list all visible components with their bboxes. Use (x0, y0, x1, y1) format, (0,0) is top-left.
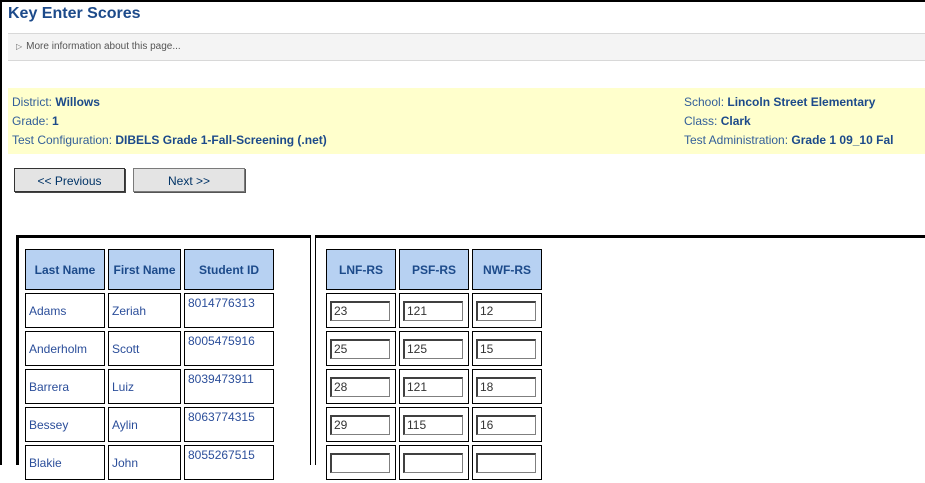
table-row (326, 369, 542, 404)
col-last-name: Last Name (25, 249, 105, 290)
student-id-cell: 8063774315 (184, 407, 274, 442)
nwf-score-cell (472, 331, 542, 366)
table-row: Anderholm Scott 8005475916 (25, 331, 274, 366)
previous-button[interactable]: << Previous (14, 168, 125, 192)
score-table: LNF-RS PSF-RS NWF-RS (323, 246, 545, 483)
nwf-score-cell (472, 293, 542, 328)
class-value: Clark (720, 114, 751, 128)
nwf-score-input[interactable] (476, 300, 536, 321)
nwf-score-cell (472, 445, 542, 480)
table-row (326, 331, 542, 366)
grade-label: Grade: (12, 114, 53, 128)
school-line: School: Lincoln Street Elementary (684, 95, 875, 109)
psf-score-cell (399, 293, 469, 328)
nwf-score-cell (472, 407, 542, 442)
first-name-cell: Scott (108, 331, 181, 366)
window-top-border (0, 0, 925, 2)
class-line: Class: Clark (684, 114, 751, 128)
student-id-cell: 8014776313 (184, 293, 274, 328)
psf-score-input[interactable] (403, 452, 463, 473)
student-table: Last Name First Name Student ID Adams Ze… (22, 246, 277, 483)
student-id-cell: 8005475916 (184, 331, 274, 366)
more-info-toggle[interactable]: ▷ More information about this page... (8, 33, 925, 61)
psf-score-input[interactable] (403, 414, 463, 435)
col-lnf-rs: LNF-RS (326, 249, 396, 290)
school-value: Lincoln Street Elementary (727, 95, 876, 109)
lnf-score-input[interactable] (330, 338, 390, 359)
lnf-score-input[interactable] (330, 452, 390, 473)
table-row: Barrera Luiz 8039473911 (25, 369, 274, 404)
first-name-cell: Luiz (108, 369, 181, 404)
student-id-cell: 8039473911 (184, 369, 274, 404)
test-config-label: Test Configuration: (12, 133, 116, 147)
col-psf-rs: PSF-RS (399, 249, 469, 290)
nwf-score-input[interactable] (476, 376, 536, 397)
last-name-cell: Adams (25, 293, 105, 328)
psf-score-cell (399, 369, 469, 404)
psf-score-input[interactable] (403, 300, 463, 321)
lnf-score-input[interactable] (330, 300, 390, 321)
student-id-cell: 8055267515 (184, 445, 274, 480)
last-name-cell: Barrera (25, 369, 105, 404)
col-first-name: First Name (108, 249, 181, 290)
col-nwf-rs: NWF-RS (472, 249, 542, 290)
grid-pane-divider[interactable] (310, 235, 316, 465)
lnf-score-input[interactable] (330, 414, 390, 435)
nwf-score-input[interactable] (476, 338, 536, 359)
table-row: Blakie John 8055267515 (25, 445, 274, 480)
psf-score-cell (399, 407, 469, 442)
psf-score-input[interactable] (403, 338, 463, 359)
class-label: Class: (684, 114, 721, 128)
score-table-pane: LNF-RS PSF-RS NWF-RS (323, 246, 545, 483)
page-title: Key Enter Scores (8, 5, 141, 22)
test-admin-line: Test Administration: Grade 1 09_10 Fal (684, 133, 893, 147)
district-value: Willows (55, 95, 100, 109)
grade-line: Grade: 1 (12, 114, 59, 128)
table-row (326, 445, 542, 480)
test-admin-label: Test Administration: (684, 133, 792, 147)
lnf-score-cell (326, 445, 396, 480)
last-name-cell: Anderholm (25, 331, 105, 366)
nwf-score-input[interactable] (476, 414, 536, 435)
nwf-score-input[interactable] (476, 452, 536, 473)
score-header-row: LNF-RS PSF-RS NWF-RS (326, 249, 542, 290)
table-row (326, 293, 542, 328)
student-header-row: Last Name First Name Student ID (25, 249, 274, 290)
table-row: Adams Zeriah 8014776313 (25, 293, 274, 328)
district-line: District: Willows (12, 95, 100, 109)
psf-score-cell (399, 331, 469, 366)
lnf-score-cell (326, 293, 396, 328)
test-config-value: DIBELS Grade 1-Fall-Screening (.net) (115, 133, 327, 147)
student-table-pane: Last Name First Name Student ID Adams Ze… (22, 246, 277, 483)
col-student-id: Student ID (184, 249, 274, 290)
lnf-score-cell (326, 331, 396, 366)
school-label: School: (684, 95, 728, 109)
last-name-cell: Blakie (25, 445, 105, 480)
lnf-score-input[interactable] (330, 376, 390, 397)
grade-value: 1 (52, 114, 59, 128)
test-info-panel: District: Willows Grade: 1 Test Configur… (8, 88, 925, 154)
district-label: District: (12, 95, 56, 109)
next-button[interactable]: Next >> (133, 168, 245, 192)
psf-score-input[interactable] (403, 376, 463, 397)
more-info-label: More information about this page... (26, 41, 181, 52)
nwf-score-cell (472, 369, 542, 404)
last-name-cell: Bessey (25, 407, 105, 442)
lnf-score-cell (326, 407, 396, 442)
first-name-cell: Zeriah (108, 293, 181, 328)
expand-triangle-icon: ▷ (16, 42, 23, 51)
table-row: Bessey Aylin 8063774315 (25, 407, 274, 442)
test-admin-value: Grade 1 09_10 Fal (791, 133, 894, 147)
first-name-cell: Aylin (108, 407, 181, 442)
psf-score-cell (399, 445, 469, 480)
window-left-border (0, 0, 2, 465)
first-name-cell: John (108, 445, 181, 480)
lnf-score-cell (326, 369, 396, 404)
test-config-line: Test Configuration: DIBELS Grade 1-Fall-… (12, 133, 327, 147)
table-row (326, 407, 542, 442)
